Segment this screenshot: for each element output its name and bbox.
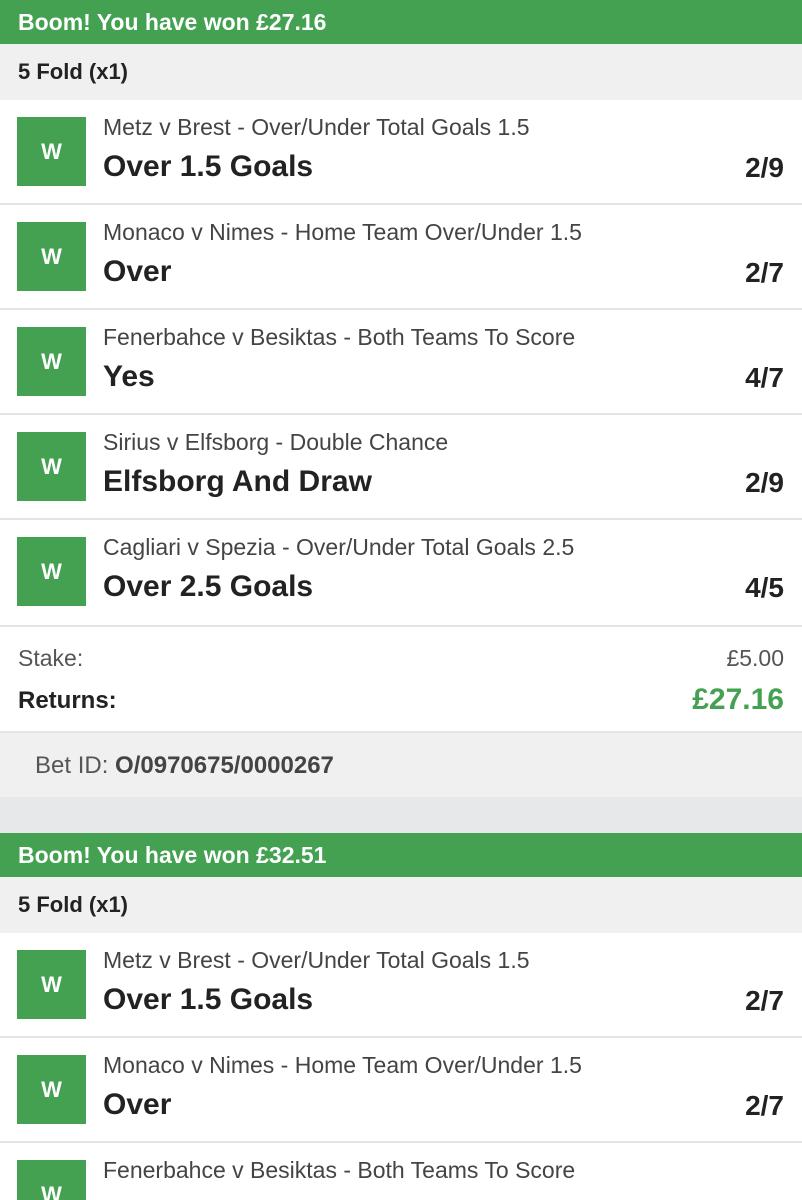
card-gap [0,797,802,833]
leg-selection: Over 1.5 Goals [103,983,314,1016]
leg-odds: 2/7 [745,257,784,288]
leg-market: Monaco v Nimes - Home Team Over/Under 1.… [103,219,582,245]
bet-leg[interactable]: W Sirius v Elfsborg - Double Chance Elfs… [0,415,802,520]
leg-selection: Over 1.5 Goals [103,150,314,183]
bet-leg[interactable]: W Monaco v Nimes - Home Team Over/Under … [0,1038,802,1143]
bet-totals: Stake: £5.00 Returns: £27.16 [0,625,802,731]
leg-market: Sirius v Elfsborg - Double Chance [103,429,449,455]
bet-leg[interactable]: W Monaco v Nimes - Home Team Over/Under … [0,205,802,310]
leg-selection: Over 2.5 Goals [103,570,314,603]
win-badge: W [17,950,86,1019]
leg-odds: 4/5 [745,572,784,603]
bet-legs: W Metz v Brest - Over/Under Total Goals … [0,933,802,1200]
bet-leg[interactable]: W Cagliari v Spezia - Over/Under Total G… [0,520,802,625]
leg-odds: 2/9 [745,467,784,498]
bet-id-value: O/0970675/0000267 [115,752,334,779]
bet-leg[interactable]: W Fenerbahce v Besiktas - Both Teams To … [0,1143,802,1200]
bet-legs: W Metz v Brest - Over/Under Total Goals … [0,100,802,625]
stake-value: £5.00 [726,645,784,671]
win-badge: W [17,1055,86,1124]
leg-market: Cagliari v Spezia - Over/Under Total Goa… [103,534,575,560]
win-badge: W [17,117,86,186]
leg-selection: Over [103,1088,172,1121]
returns-value: £27.16 [692,683,784,716]
win-badge: W [17,537,86,606]
win-badge: W [17,222,86,291]
bet-id-row: Bet ID: O/0970675/0000267 [0,731,802,797]
leg-selection: Elfsborg And Draw [103,465,372,498]
bet-card-1: Boom! You have won £27.16 5 Fold (x1) W … [0,0,802,797]
bet-leg[interactable]: W Fenerbahce v Besiktas - Both Teams To … [0,310,802,415]
win-banner: Boom! You have won £27.16 [0,0,802,44]
bet-leg[interactable]: W Metz v Brest - Over/Under Total Goals … [0,100,802,205]
win-badge: W [17,327,86,396]
leg-market: Metz v Brest - Over/Under Total Goals 1.… [103,114,530,140]
leg-odds: 2/9 [745,152,784,183]
bet-card-2: Boom! You have won £32.51 5 Fold (x1) W … [0,833,802,1200]
leg-odds: 2/7 [745,985,784,1016]
bet-type-label: 5 Fold (x1) [0,877,802,933]
leg-selection: Yes [103,360,155,393]
win-banner: Boom! You have won £32.51 [0,833,802,877]
leg-selection: Over [103,255,172,288]
stake-label: Stake: [18,645,84,671]
leg-odds: 2/7 [745,1090,784,1121]
returns-label: Returns: [18,687,117,714]
win-badge: W [17,432,86,501]
leg-market: Metz v Brest - Over/Under Total Goals 1.… [103,947,530,973]
leg-odds: 4/7 [745,362,784,393]
leg-market: Fenerbahce v Besiktas - Both Teams To Sc… [103,324,576,350]
bet-id-label: Bet ID: [35,752,109,779]
bet-leg[interactable]: W Metz v Brest - Over/Under Total Goals … [0,933,802,1038]
win-badge: W [17,1160,86,1200]
leg-market: Fenerbahce v Besiktas - Both Teams To Sc… [103,1157,576,1183]
leg-market: Monaco v Nimes - Home Team Over/Under 1.… [103,1052,582,1078]
bet-type-label: 5 Fold (x1) [0,44,802,100]
